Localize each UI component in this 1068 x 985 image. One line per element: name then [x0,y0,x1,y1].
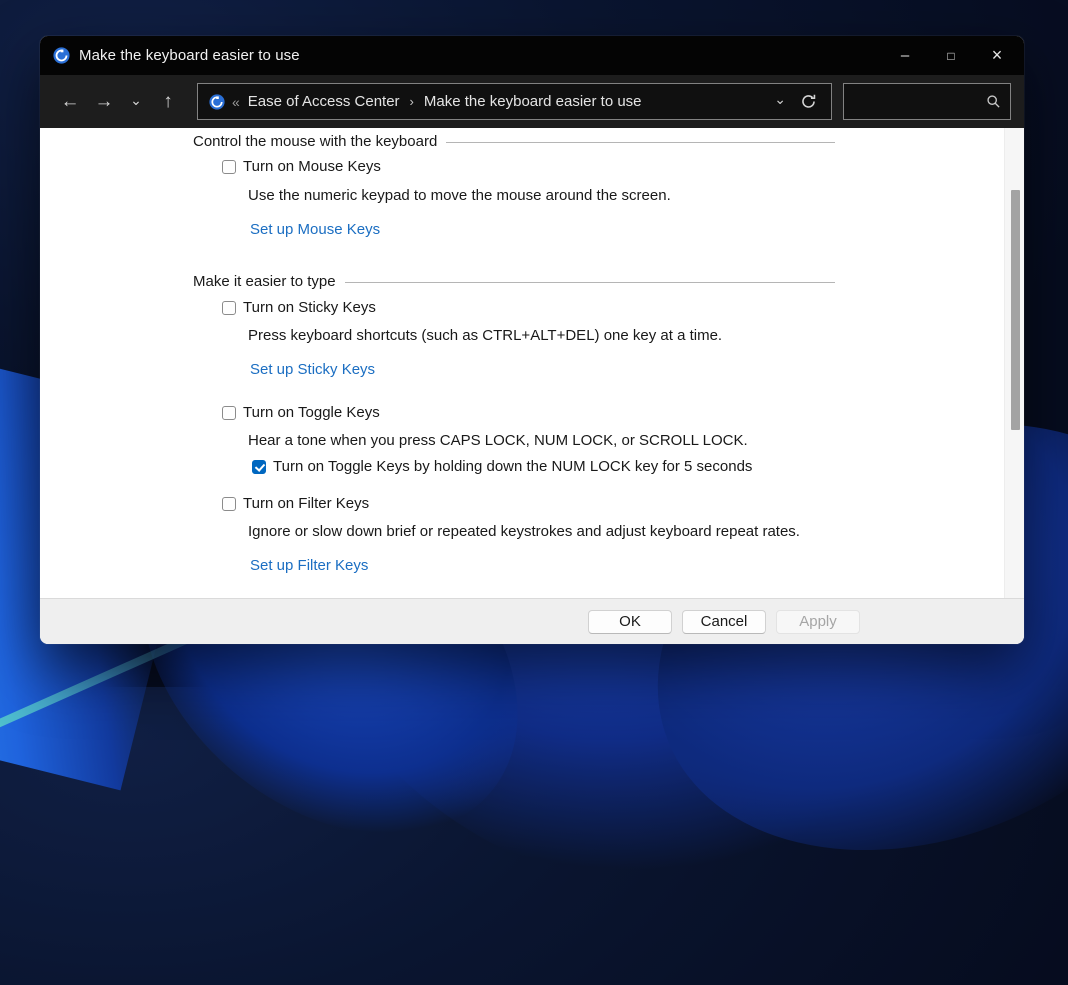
toggle-keys-numlock-checkbox[interactable] [252,459,266,474]
breadcrumb-current[interactable]: Make the keyboard easier to use [424,93,642,110]
section-rule [446,141,835,143]
maximize-button[interactable]: □ [928,36,974,75]
checkbox-label: Turn on Sticky Keys [243,299,376,316]
breadcrumb-root[interactable]: Ease of Access Center [248,93,400,110]
mouse-keys-row[interactable]: Turn on Mouse Keys [222,158,381,175]
filter-keys-row[interactable]: Turn on Filter Keys [222,495,369,512]
address-bar[interactable]: « Ease of Access Center › Make the keybo… [197,83,832,120]
titlebar[interactable]: Make the keyboard easier to use – □ × [40,36,1024,75]
checkbox-label: Turn on Toggle Keys by holding down the … [273,458,753,475]
back-icon[interactable]: ← [53,91,87,113]
address-dropdown-chevron-icon[interactable]: ⌄ [774,91,786,108]
ease-of-access-window: Make the keyboard easier to use – □ × ← … [40,36,1024,644]
cancel-button[interactable]: Cancel [682,609,766,634]
mouse-keys-checkbox[interactable] [222,159,236,174]
close-button[interactable]: × [974,36,1020,75]
breadcrumb-overflow-icon[interactable]: « [232,94,240,110]
scrollbar-thumb[interactable] [1011,190,1020,430]
setup-sticky-keys-link[interactable]: Set up Sticky Keys [250,361,375,378]
setup-mouse-keys-link[interactable]: Set up Mouse Keys [250,221,380,238]
desktop-wallpaper: { "window": { "title": "Make the keyboar… [0,0,1068,985]
settings-panel: Control the mouse with the keyboard Turn… [40,128,1024,598]
search-icon [986,94,1001,109]
ok-button[interactable]: OK [588,609,672,634]
checkbox-label: Turn on Toggle Keys [243,404,380,421]
search-box [843,83,1011,120]
ease-of-access-icon [53,47,70,64]
apply-button[interactable]: Apply [776,609,860,634]
window-title: Make the keyboard easier to use [79,47,300,64]
forward-icon[interactable]: → [87,91,121,113]
window-controls: – □ × [882,36,1024,75]
navigation-bar: ← → ⌄ ↑ « Ease of Access Center › Make t… [40,75,1024,128]
checkbox-label: Turn on Mouse Keys [243,158,381,175]
search-input[interactable] [844,93,986,110]
dialog-footer: OK Cancel Apply [40,598,1024,644]
section-header-mouse: Control the mouse with the keyboard [193,133,835,150]
sticky-keys-row[interactable]: Turn on Sticky Keys [222,299,376,316]
checkbox-label: Turn on Filter Keys [243,495,370,512]
section-header-type: Make it easier to type [193,273,835,290]
sticky-keys-checkbox[interactable] [222,300,236,315]
toggle-keys-description: Hear a tone when you press CAPS LOCK, NU… [248,432,748,449]
vertical-scrollbar[interactable] [1004,128,1024,598]
section-rule [344,281,835,283]
section-header-label: Make it easier to type [193,273,336,290]
toggle-keys-checkbox[interactable] [222,405,236,420]
filter-keys-checkbox[interactable] [222,496,236,511]
refresh-icon[interactable] [800,93,817,110]
setup-filter-keys-link[interactable]: Set up Filter Keys [250,557,368,574]
mouse-keys-description: Use the numeric keypad to move the mouse… [248,187,671,204]
breadcrumb-separator-icon: › [409,94,414,109]
filter-keys-description: Ignore or slow down brief or repeated ke… [248,523,800,540]
sticky-keys-description: Press keyboard shortcuts (such as CTRL+A… [248,327,723,344]
toggle-keys-numlock-row[interactable]: Turn on Toggle Keys by holding down the … [252,458,752,475]
toggle-keys-row[interactable]: Turn on Toggle Keys [222,404,380,421]
minimize-button[interactable]: – [882,36,928,75]
up-icon[interactable]: ↑ [151,91,185,113]
section-header-label: Control the mouse with the keyboard [193,133,438,150]
ease-of-access-icon [209,93,225,110]
recent-pages-chevron-icon[interactable]: ⌄ [121,92,151,109]
